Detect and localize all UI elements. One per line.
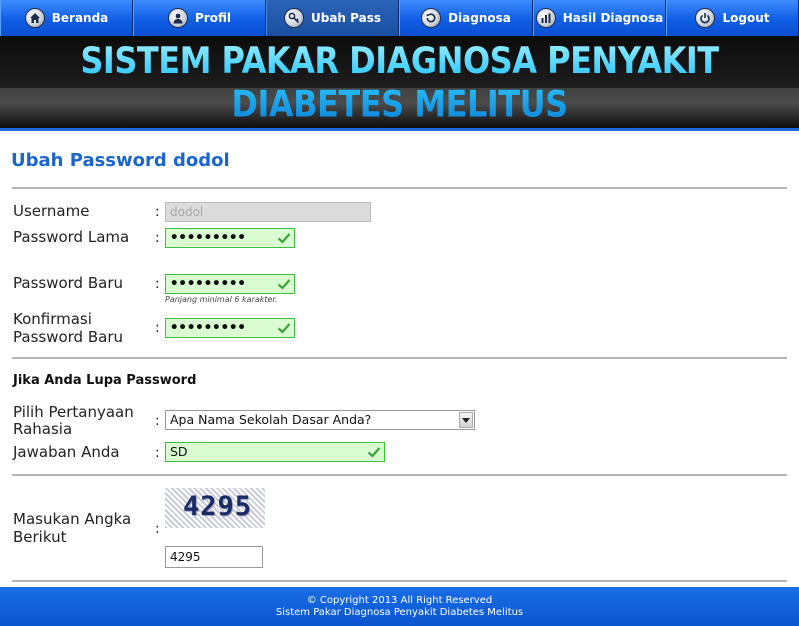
nav-label: Diagnosa — [448, 11, 511, 25]
confirm-password-field[interactable]: ••••••••• — [165, 318, 295, 338]
divider — [12, 187, 787, 189]
footer-copyright: © Copyright 2013 All Right Reserved — [306, 595, 493, 606]
old-password-field[interactable]: ••••••••• — [165, 228, 295, 248]
colon: : — [155, 204, 160, 220]
answer-field[interactable]: SD — [165, 442, 385, 462]
nav-label: Logout — [722, 11, 770, 25]
secret-question-value: Apa Nama Sekolah Dasar Anda? — [170, 412, 372, 427]
check-icon — [277, 233, 291, 244]
secret-question-select[interactable]: Apa Nama Sekolah Dasar Anda? — [165, 410, 475, 430]
captcha-label-line1: Masukan Angka — [13, 510, 132, 528]
bar-chart-icon — [535, 8, 556, 28]
captcha-image: 4295 — [165, 488, 265, 528]
check-icon — [367, 447, 381, 458]
secret-question-label-line2: Rahasia — [13, 420, 73, 438]
nav-label: Ubah Pass — [310, 11, 381, 25]
nav-hasil-diagnosa[interactable]: Hasil Diagnosa — [533, 0, 666, 36]
chevron-down-icon[interactable] — [459, 412, 473, 428]
answer-value: SD — [170, 444, 188, 459]
footer-system-name: Sistem Pakar Diagnosa Penyakit Diabetes … — [275, 607, 524, 618]
colon: : — [155, 276, 160, 292]
old-password-label: Password Lama — [13, 228, 130, 246]
check-icon — [277, 279, 291, 290]
divider — [12, 580, 787, 582]
nav-diagnosa[interactable]: Diagnosa — [399, 0, 533, 36]
divider — [12, 474, 787, 476]
new-password-label: Password Baru — [13, 274, 123, 292]
page-title: Ubah Password dodol — [11, 150, 230, 171]
colon: : — [155, 230, 160, 246]
forgot-password-heading: Jika Anda Lupa Password — [13, 373, 197, 388]
new-password-field[interactable]: ••••••••• — [165, 274, 295, 294]
answer-label: Jawaban Anda — [13, 443, 120, 461]
captcha-label-line2: Berikut — [13, 528, 67, 546]
captcha-input[interactable]: 4295 — [165, 546, 263, 568]
colon: : — [155, 521, 160, 537]
header-banner: SISTEM PAKAR DIAGNOSA PENYAKIT DIABETES … — [0, 36, 799, 131]
key-icon — [283, 8, 304, 28]
captcha-value: 4295 — [170, 550, 201, 564]
nav-label: Hasil Diagnosa — [562, 11, 664, 25]
banner-title: SISTEM PAKAR DIAGNOSA PENYAKIT DIABETES … — [0, 38, 799, 125]
secret-question-label-line1: Pilih Pertanyaan — [13, 403, 134, 421]
power-icon — [695, 8, 716, 28]
colon: : — [155, 320, 160, 336]
nav-profil[interactable]: Profil — [133, 0, 266, 36]
footer: © Copyright 2013 All Right Reserved Sist… — [0, 587, 799, 626]
username-field: dodol — [165, 202, 371, 222]
captcha-image-text: 4295 — [183, 491, 253, 522]
username-label: Username — [13, 202, 90, 220]
nav-beranda[interactable]: Beranda — [0, 0, 133, 36]
confirm-password-label-line1: Konfirmasi — [13, 310, 92, 328]
colon: : — [155, 413, 160, 429]
home-icon — [24, 8, 45, 28]
colon: : — [155, 445, 160, 461]
banner-divider — [0, 128, 799, 131]
password-hint: Panjang minimal 6 karakter. — [165, 295, 278, 304]
username-value: dodol — [170, 205, 204, 219]
user-icon — [168, 8, 189, 28]
nav-ubah-pass[interactable]: Ubah Pass — [266, 0, 399, 36]
divider — [12, 357, 787, 359]
nav-label: Beranda — [51, 11, 109, 25]
refresh-icon — [421, 8, 442, 28]
nav-logout[interactable]: Logout — [666, 0, 799, 36]
nav-label: Profil — [195, 11, 231, 25]
confirm-password-label-line2: Password Baru — [13, 328, 123, 346]
old-password-value: ••••••••• — [170, 230, 246, 246]
top-nav: Beranda Profil Ubah Pass Diagnosa Hasil … — [0, 0, 799, 36]
check-icon — [277, 323, 291, 334]
new-password-value: ••••••••• — [170, 276, 246, 292]
confirm-password-value: ••••••••• — [170, 320, 246, 336]
